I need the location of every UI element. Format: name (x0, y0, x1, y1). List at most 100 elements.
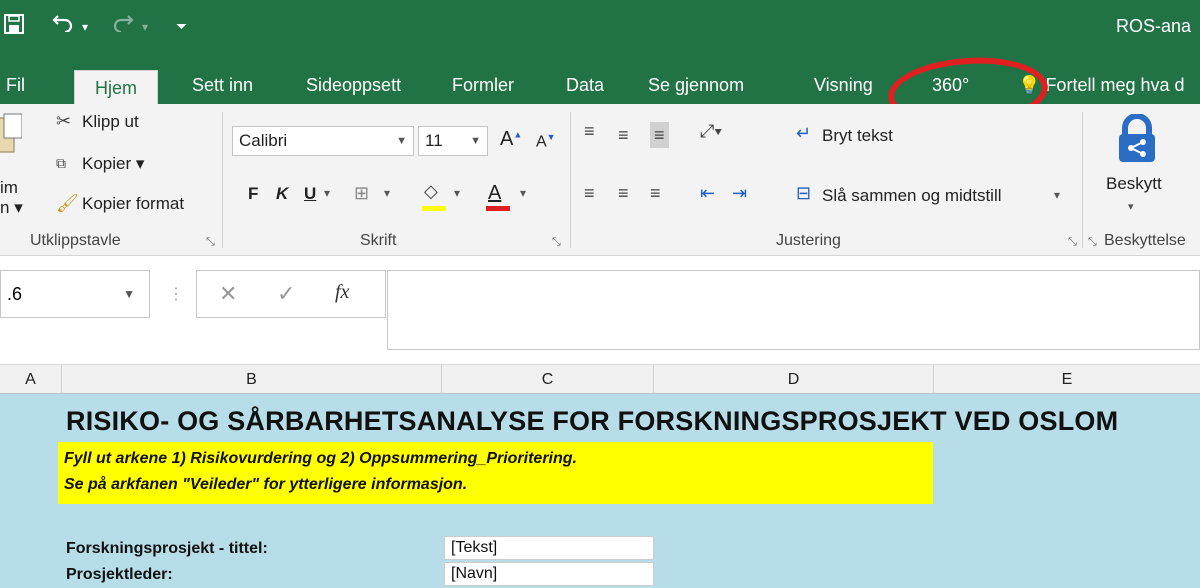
chevron-down-icon[interactable]: ▾ (1128, 200, 1134, 213)
tab-hjem[interactable]: Hjem (74, 70, 159, 104)
tab-360[interactable]: 360° (926, 66, 975, 104)
copy-icon[interactable]: ⧉ (56, 152, 66, 174)
italic-button[interactable]: K (276, 184, 288, 204)
align-top-icon[interactable]: ≡ (584, 120, 595, 142)
sheet-heading[interactable]: RISIKO- OG SÅRBARHETSANALYSE FOR FORSKNI… (66, 406, 1118, 437)
chevron-down-icon[interactable]: ▾ (1054, 188, 1060, 202)
redo-dropdown-icon[interactable]: ▾ (142, 14, 148, 40)
lock-icon[interactable] (1114, 113, 1160, 164)
protect-button[interactable]: Beskytt (1106, 174, 1162, 194)
align-middle-icon[interactable]: ≡ (618, 124, 629, 146)
align-bottom-icon[interactable]: ≡ (650, 122, 669, 148)
borders-icon[interactable]: ⊞ (354, 182, 369, 204)
field-value-title[interactable]: [Tekst] (444, 536, 654, 560)
column-header-d[interactable]: D (654, 365, 934, 395)
column-headers: A B C D E (0, 364, 1200, 395)
font-name-value: Calibri (239, 131, 288, 150)
underline-button[interactable]: U (304, 184, 316, 204)
ribbon-hjem: im n ▾ ✂ Klipp ut ⧉ Kopier ▾ 🖌 Kopier fo… (0, 104, 1200, 256)
merge-center-icon[interactable]: ⊟ (796, 182, 811, 204)
lightbulb-icon: 💡 (1018, 75, 1041, 95)
insert-function-icon[interactable]: fx (335, 281, 349, 304)
chevron-down-icon: ▼ (396, 135, 407, 147)
paste-icon[interactable] (0, 110, 23, 154)
font-size-combo[interactable]: 11 ▼ (418, 126, 488, 156)
align-left-icon[interactable]: ≡ (584, 182, 595, 204)
redo-icon[interactable] (112, 12, 134, 38)
group-label-clipboard: Utklippstavle (30, 232, 121, 249)
protection-launcher-icon[interactable]: ⤡ (1088, 236, 1097, 249)
column-header-e[interactable]: E (934, 365, 1200, 395)
chevron-down-icon: ▼ (470, 135, 481, 147)
undo-icon[interactable] (52, 12, 74, 38)
fill-color-icon[interactable]: ◇ (424, 180, 438, 202)
group-label-alignment: Justering (776, 232, 841, 249)
format-painter-icon[interactable]: 🖌 (56, 192, 79, 214)
note-line-2: Se på arkfanen "Veileder" for ytterliger… (64, 476, 468, 493)
excel-window: ▾ ▾ ⏷ ROS-ana Fil Hjem Sett inn Sideopps… (0, 0, 1200, 588)
clipboard-launcher-icon[interactable]: ⤡ (206, 236, 215, 249)
font-name-combo[interactable]: Calibri ▼ (232, 126, 414, 156)
undo-dropdown-icon[interactable]: ▾ (82, 14, 88, 40)
ribbon-separator (570, 112, 571, 248)
orientation-icon[interactable]: ⤢▾ (700, 120, 722, 142)
font-color-swatch (486, 206, 510, 211)
tab-se-gjennom[interactable]: Se gjennom (642, 66, 750, 104)
align-center-icon[interactable]: ≡ (618, 182, 629, 204)
alignment-launcher-icon[interactable]: ⤡ (1068, 236, 1077, 249)
column-header-a[interactable]: A (0, 365, 62, 395)
decrease-indent-icon[interactable]: ⇤ (700, 182, 715, 204)
fill-color-swatch (422, 206, 446, 211)
paste-label-partial-2[interactable]: n ▾ (0, 198, 23, 218)
instruction-note[interactable]: Fyll ut arkene 1) Risikovurdering og 2) … (58, 442, 933, 504)
tab-fil[interactable]: Fil (0, 66, 31, 104)
tab-data[interactable]: Data (560, 66, 610, 104)
copy-button[interactable]: Kopier ▾ (82, 154, 144, 174)
paste-label-partial[interactable]: im (0, 178, 18, 198)
enter-check-icon[interactable]: ✓ (277, 281, 295, 307)
tell-me-search[interactable]: 💡 Fortell meg hva d (1012, 66, 1191, 104)
font-color-icon[interactable]: A (488, 182, 501, 205)
name-box[interactable]: .6 ▼ (0, 270, 150, 318)
merge-center-button[interactable]: Slå sammen og midtstill (822, 186, 1002, 206)
note-line-1: Fyll ut arkene 1) Risikovurdering og 2) … (64, 450, 577, 467)
grow-font-icon[interactable]: A▲ (500, 128, 522, 151)
wrap-text-button[interactable]: Bryt tekst (822, 126, 893, 146)
chevron-down-icon[interactable]: ▾ (520, 186, 526, 200)
tab-visning[interactable]: Visning (808, 66, 879, 104)
chevron-down-icon[interactable]: ▾ (324, 186, 330, 200)
formula-buttons: ✕ ✓ fx (196, 270, 386, 318)
window-title: ROS-ana (1116, 16, 1192, 36)
font-launcher-icon[interactable]: ⤡ (552, 236, 561, 249)
cut-button[interactable]: Klipp ut (82, 112, 139, 132)
formula-bar: .6 ▼ ⋮ ✕ ✓ fx (0, 256, 1200, 364)
format-painter-button[interactable]: Kopier format (82, 194, 184, 214)
save-icon[interactable] (4, 14, 24, 40)
tab-sideoppsett[interactable]: Sideoppsett (300, 66, 407, 104)
drag-handle-icon[interactable]: ⋮ (168, 284, 184, 304)
chevron-down-icon[interactable]: ▾ (384, 186, 390, 200)
column-header-c[interactable]: C (442, 365, 654, 395)
name-box-value: .6 (7, 284, 23, 304)
increase-indent-icon[interactable]: ⇥ (732, 182, 747, 204)
tab-sett-inn[interactable]: Sett inn (186, 66, 259, 104)
formula-input[interactable] (387, 270, 1200, 350)
wrap-text-icon[interactable]: ↵ (796, 122, 811, 144)
field-value-project-leader[interactable]: [Navn] (444, 562, 654, 586)
ribbon-separator (222, 112, 223, 248)
customize-quick-access-icon[interactable]: ⏷ (176, 13, 187, 39)
bold-button[interactable]: F (248, 184, 258, 204)
column-header-b[interactable]: B (62, 365, 442, 395)
scissors-icon[interactable]: ✂ (56, 110, 71, 132)
group-label-protection: Beskyttelse (1104, 232, 1186, 249)
worksheet-area[interactable]: RISIKO- OG SÅRBARHETSANALYSE FOR FORSKNI… (0, 394, 1200, 588)
ribbon-separator (1082, 112, 1083, 248)
field-label-title: Forskningsprosjekt - tittel: (66, 540, 268, 557)
tab-formler[interactable]: Formler (446, 66, 520, 104)
shrink-font-icon[interactable]: A▼ (536, 132, 556, 151)
cancel-icon[interactable]: ✕ (219, 281, 237, 307)
chevron-down-icon[interactable]: ▾ (454, 186, 460, 200)
chevron-down-icon: ▼ (123, 287, 135, 301)
align-right-icon[interactable]: ≡ (650, 182, 661, 204)
title-bar: ▾ ▾ ⏷ ROS-ana (0, 0, 1200, 56)
